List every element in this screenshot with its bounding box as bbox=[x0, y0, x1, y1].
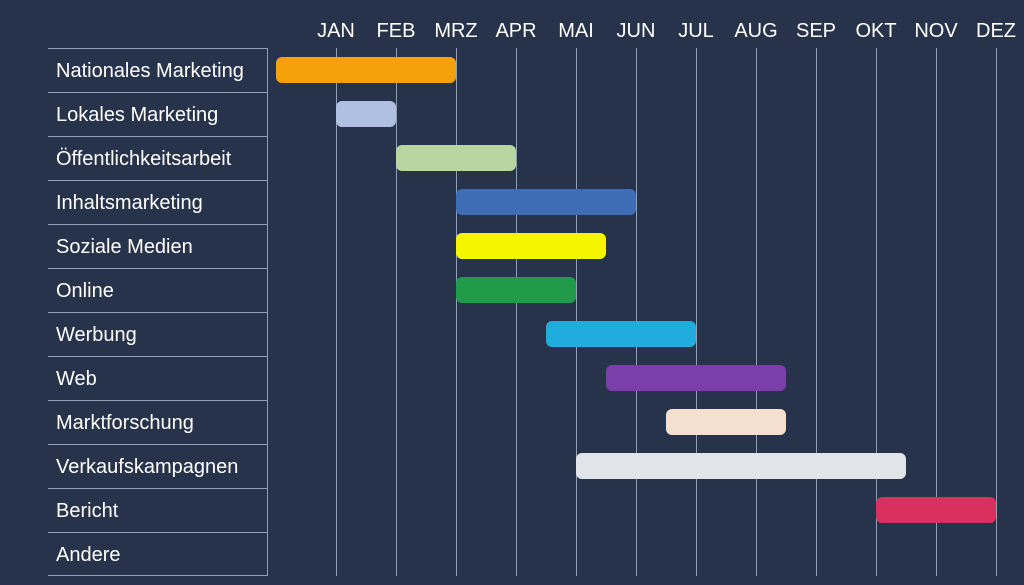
month-header: FEB bbox=[366, 16, 426, 46]
gridline bbox=[396, 48, 397, 576]
month-header: NOV bbox=[906, 16, 966, 46]
task-label: Verkaufskampagnen bbox=[48, 444, 268, 488]
month-header: SEP bbox=[786, 16, 846, 46]
task-label: Öffentlichkeitsarbeit bbox=[48, 136, 268, 180]
month-header: MAI bbox=[546, 16, 606, 46]
gantt-bar bbox=[876, 497, 996, 523]
gridline bbox=[756, 48, 757, 576]
gantt-bar bbox=[606, 365, 786, 391]
gantt-chart: JAN FEB MRZ APR MAI JUN JUL AUG SEP OKT … bbox=[0, 0, 1024, 585]
gridline bbox=[816, 48, 817, 576]
task-label: Web bbox=[48, 356, 268, 400]
gridline bbox=[516, 48, 517, 576]
gridline bbox=[636, 48, 637, 576]
gridline bbox=[576, 48, 577, 576]
gantt-bar bbox=[276, 57, 456, 83]
gantt-bar bbox=[396, 145, 516, 171]
month-header: JUN bbox=[606, 16, 666, 46]
task-label: Andere bbox=[48, 532, 268, 576]
month-header: JUL bbox=[666, 16, 726, 46]
task-label: Online bbox=[48, 268, 268, 312]
task-label: Nationales Marketing bbox=[48, 48, 268, 92]
gantt-bar bbox=[456, 189, 636, 215]
task-label: Marktforschung bbox=[48, 400, 268, 444]
month-header: OKT bbox=[846, 16, 906, 46]
month-header: APR bbox=[486, 16, 546, 46]
gridline bbox=[336, 48, 337, 576]
task-label: Lokales Marketing bbox=[48, 92, 268, 136]
gantt-grid bbox=[276, 48, 996, 576]
month-header: MRZ bbox=[426, 16, 486, 46]
task-label: Bericht bbox=[48, 488, 268, 532]
gridline bbox=[456, 48, 457, 576]
gridline bbox=[876, 48, 877, 576]
gantt-bar bbox=[336, 101, 396, 127]
gantt-bar bbox=[576, 453, 906, 479]
gantt-bar bbox=[456, 277, 576, 303]
gantt-bar bbox=[546, 321, 696, 347]
task-label: Soziale Medien bbox=[48, 224, 268, 268]
gridline bbox=[996, 48, 997, 576]
task-label: Inhaltsmarketing bbox=[48, 180, 268, 224]
month-header: JAN bbox=[306, 16, 366, 46]
gantt-bar bbox=[456, 233, 606, 259]
gridline bbox=[696, 48, 697, 576]
task-label: Werbung bbox=[48, 312, 268, 356]
month-header: DEZ bbox=[966, 16, 1024, 46]
month-header: AUG bbox=[726, 16, 786, 46]
gantt-bar bbox=[666, 409, 786, 435]
